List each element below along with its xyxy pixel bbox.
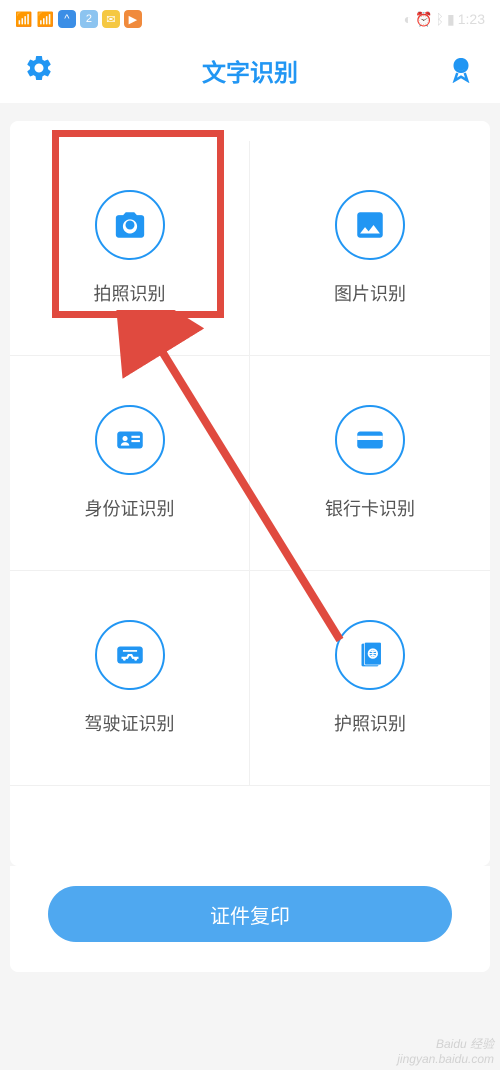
feature-label: 驾驶证识别 — [85, 710, 175, 736]
feature-grid: 拍照识别 图片识别 身份证识别 银行卡识别 驾驶证识别 — [10, 141, 490, 786]
image-icon — [335, 190, 405, 260]
status-time: 1:23 — [458, 11, 485, 27]
watermark-line: jingyan.baidu.com — [397, 1052, 494, 1066]
feature-label: 图片识别 — [334, 280, 406, 306]
alarm-icon: ⏰ — [415, 11, 432, 28]
app-badge-icon: ✉ — [102, 10, 120, 28]
document-copy-button[interactable]: 证件复印 — [48, 886, 452, 942]
battery-icon: ▮ — [447, 11, 455, 28]
main-card: 拍照识别 图片识别 身份证识别 银行卡识别 驾驶证识别 — [10, 121, 490, 866]
watermark-line: Baidu 经验 — [397, 1037, 494, 1051]
feature-label: 银行卡识别 — [325, 495, 415, 521]
status-right: ◐ ⏰ ᛒ ▮ 1:23 — [404, 11, 485, 28]
feature-label: 护照识别 — [334, 710, 406, 736]
app-badge-icon: ^ — [58, 10, 76, 28]
feature-bank-card[interactable]: 银行卡识别 — [250, 356, 490, 571]
page-title: 文字识别 — [202, 53, 298, 88]
driver-license-icon — [95, 620, 165, 690]
signal-icon: 📶 — [15, 11, 32, 28]
passport-icon — [335, 620, 405, 690]
bank-card-icon — [335, 405, 405, 475]
spacer — [20, 786, 480, 866]
feature-id-card[interactable]: 身份证识别 — [10, 356, 250, 571]
app-badge-icon: 2 — [80, 10, 98, 28]
medal-button[interactable] — [446, 53, 476, 88]
feature-label: 拍照识别 — [94, 280, 166, 306]
id-card-icon — [95, 405, 165, 475]
app-badge-icon: ▶ — [124, 10, 142, 28]
footer: 证件复印 — [10, 866, 490, 972]
feature-driver-license[interactable]: 驾驶证识别 — [10, 571, 250, 786]
wifi-icon: 📶 — [36, 11, 53, 28]
watermark: Baidu 经验 jingyan.baidu.com — [397, 1037, 494, 1066]
status-left: 📶 📶 ^ 2 ✉ ▶ — [15, 10, 142, 28]
status-bar: 📶 📶 ^ 2 ✉ ▶ ◐ ⏰ ᛒ ▮ 1:23 — [0, 0, 500, 38]
feature-photo-ocr[interactable]: 拍照识别 — [10, 141, 250, 356]
app-header: 文字识别 — [0, 38, 500, 103]
bluetooth-icon: ᛒ — [436, 11, 444, 27]
feature-image-ocr[interactable]: 图片识别 — [250, 141, 490, 356]
camera-icon — [95, 190, 165, 260]
weibo-icon: ◐ — [404, 11, 412, 27]
feature-passport[interactable]: 护照识别 — [250, 571, 490, 786]
feature-label: 身份证识别 — [85, 495, 175, 521]
button-label: 证件复印 — [210, 900, 290, 929]
settings-button[interactable] — [24, 53, 54, 88]
